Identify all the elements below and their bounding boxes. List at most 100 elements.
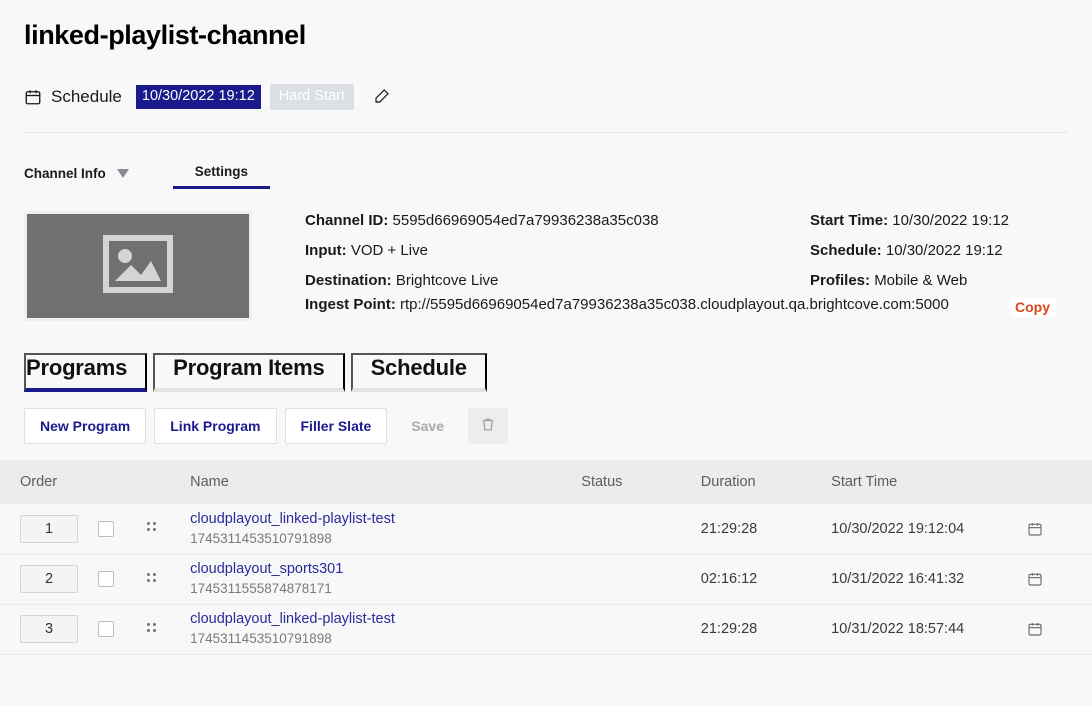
info-tab-bar: Channel Info Settings	[0, 133, 1092, 189]
row-start-time-cell: 10/31/2022 18:57:44	[831, 604, 1027, 654]
meta-start-time: Start Time: 10/30/2022 19:12	[810, 211, 1009, 230]
meta-channel-id-label: Channel ID:	[305, 212, 388, 229]
row-duration-cell: 02:16:12	[701, 554, 831, 604]
tab-settings[interactable]: Settings	[173, 164, 270, 189]
column-name: Name	[190, 460, 581, 504]
meta-input-label: Input:	[305, 242, 347, 259]
schedule-label: Schedule	[51, 87, 122, 107]
table-row[interactable]: 2 cloudplayout_sports301 174531155587487…	[0, 554, 1092, 604]
meta-schedule-value: 10/30/2022 19:12	[886, 242, 1003, 259]
row-status-cell	[581, 554, 701, 604]
meta-schedule-label: Schedule:	[810, 242, 882, 259]
column-select	[98, 460, 147, 504]
row-checkbox[interactable]	[98, 521, 114, 537]
channel-thumbnail	[24, 211, 252, 321]
schedule-row: Schedule 10/30/2022 19:12 Hard Start	[24, 84, 1068, 132]
order-input[interactable]: 3	[20, 615, 78, 643]
edit-schedule-button[interactable]	[372, 87, 392, 107]
row-checkbox[interactable]	[98, 621, 114, 637]
column-calendar	[1027, 460, 1092, 504]
program-id: 1745311555874878171	[190, 581, 332, 596]
row-select-cell	[98, 604, 147, 654]
meta-profiles-value: Mobile & Web	[874, 272, 967, 289]
new-program-button[interactable]: New Program	[24, 408, 146, 444]
program-id: 1745311453510791898	[190, 631, 332, 646]
hard-start-badge[interactable]: Hard Start	[270, 84, 354, 110]
row-name-cell: cloudplayout_linked-playlist-test 174531…	[190, 504, 581, 554]
tab-settings-label: Settings	[195, 164, 248, 179]
order-input[interactable]: 2	[20, 565, 78, 593]
drag-handle-icon[interactable]	[147, 623, 158, 636]
meta-destination-label: Destination:	[305, 272, 392, 289]
calendar-icon[interactable]	[1027, 521, 1092, 537]
channel-meta: Channel ID: 5595d66969054ed7a79936238a35…	[252, 211, 1068, 321]
tab-channel-info-label: Channel Info	[24, 166, 106, 181]
delete-button[interactable]	[468, 408, 508, 444]
drag-handle-icon[interactable]	[147, 522, 158, 535]
link-program-button[interactable]: Link Program	[154, 408, 276, 444]
image-placeholder-icon	[103, 235, 173, 298]
row-calendar-cell[interactable]	[1027, 604, 1092, 654]
row-start-time-cell: 10/31/2022 16:41:32	[831, 554, 1027, 604]
row-start-time-cell: 10/30/2022 19:12:04	[831, 504, 1027, 554]
row-duration-cell: 21:29:28	[701, 504, 831, 554]
save-button[interactable]: Save	[395, 408, 460, 444]
order-input[interactable]: 1	[20, 515, 78, 543]
meta-schedule: Schedule: 10/30/2022 19:12	[810, 241, 1009, 260]
tab-program-items[interactable]: Program Items	[153, 353, 344, 392]
meta-channel-id: Channel ID: 5595d66969054ed7a79936238a35…	[305, 211, 810, 230]
copy-ingest-point-button[interactable]: Copy	[1009, 297, 1056, 317]
tab-schedule[interactable]: Schedule	[351, 353, 487, 392]
programs-table: Order Name Status Duration Start Time 1 …	[0, 460, 1092, 655]
meta-ingest-point-value: rtp://5595d66969054ed7a79936238a35c038.c…	[400, 296, 949, 313]
row-select-cell	[98, 504, 147, 554]
meta-destination: Destination: Brightcove Live	[305, 271, 810, 290]
meta-input-value: VOD + Live	[351, 242, 428, 259]
meta-ingest-point: Ingest Point: rtp://5595d66969054ed7a799…	[305, 295, 1005, 314]
row-order-cell: 1	[0, 504, 98, 554]
programs-table-header: Order Name Status Duration Start Time	[0, 460, 1092, 504]
row-drag-cell	[147, 604, 190, 654]
table-row[interactable]: 3 cloudplayout_linked-playlist-test 1745…	[0, 604, 1092, 654]
drag-handle-icon[interactable]	[147, 573, 158, 586]
row-duration-cell: 21:29:28	[701, 604, 831, 654]
row-calendar-cell[interactable]	[1027, 504, 1092, 554]
meta-start-time-value: 10/30/2022 19:12	[892, 212, 1009, 229]
column-order: Order	[0, 460, 98, 504]
tab-programs[interactable]: Programs	[24, 353, 147, 392]
row-drag-cell	[147, 554, 190, 604]
meta-channel-id-value: 5595d66969054ed7a79936238a35c038	[393, 212, 659, 229]
calendar-icon[interactable]	[1027, 571, 1092, 587]
column-drag	[147, 460, 190, 504]
calendar-icon[interactable]	[1027, 621, 1092, 637]
row-checkbox[interactable]	[98, 571, 114, 587]
programs-table-body: 1 cloudplayout_linked-playlist-test 1745…	[0, 504, 1092, 654]
program-name-link[interactable]: cloudplayout_sports301	[190, 560, 581, 579]
program-name-link[interactable]: cloudplayout_linked-playlist-test	[190, 610, 581, 629]
page-title: linked-playlist-channel	[24, 18, 1068, 52]
program-name-link[interactable]: cloudplayout_linked-playlist-test	[190, 510, 581, 529]
filler-slate-button[interactable]: Filler Slate	[285, 408, 388, 444]
meta-profiles: Profiles: Mobile & Web	[810, 271, 1009, 290]
table-row[interactable]: 1 cloudplayout_linked-playlist-test 1745…	[0, 504, 1092, 554]
table-header-row: Order Name Status Duration Start Time	[0, 460, 1092, 504]
meta-start-time-label: Start Time:	[810, 212, 888, 229]
calendar-icon	[24, 88, 42, 106]
meta-destination-value: Brightcove Live	[396, 272, 499, 289]
meta-ingest-point-label: Ingest Point:	[305, 296, 396, 313]
triangle-down-icon	[117, 169, 129, 178]
program-id: 1745311453510791898	[190, 531, 332, 546]
row-drag-cell	[147, 504, 190, 554]
row-order-cell: 2	[0, 554, 98, 604]
program-actions: New Program Link Program Filler Slate Sa…	[0, 392, 1092, 444]
schedule-datetime-chip[interactable]: 10/30/2022 19:12	[136, 85, 261, 109]
settings-panel: Channel ID: 5595d66969054ed7a79936238a35…	[0, 189, 1092, 321]
column-duration: Duration	[701, 460, 831, 504]
row-calendar-cell[interactable]	[1027, 554, 1092, 604]
meta-input: Input: VOD + Live	[305, 241, 810, 260]
row-select-cell	[98, 554, 147, 604]
pencil-icon	[373, 87, 391, 108]
row-status-cell	[581, 604, 701, 654]
program-tab-bar: Programs Program Items Schedule	[0, 353, 1092, 392]
tab-channel-info[interactable]: Channel Info	[24, 166, 129, 189]
